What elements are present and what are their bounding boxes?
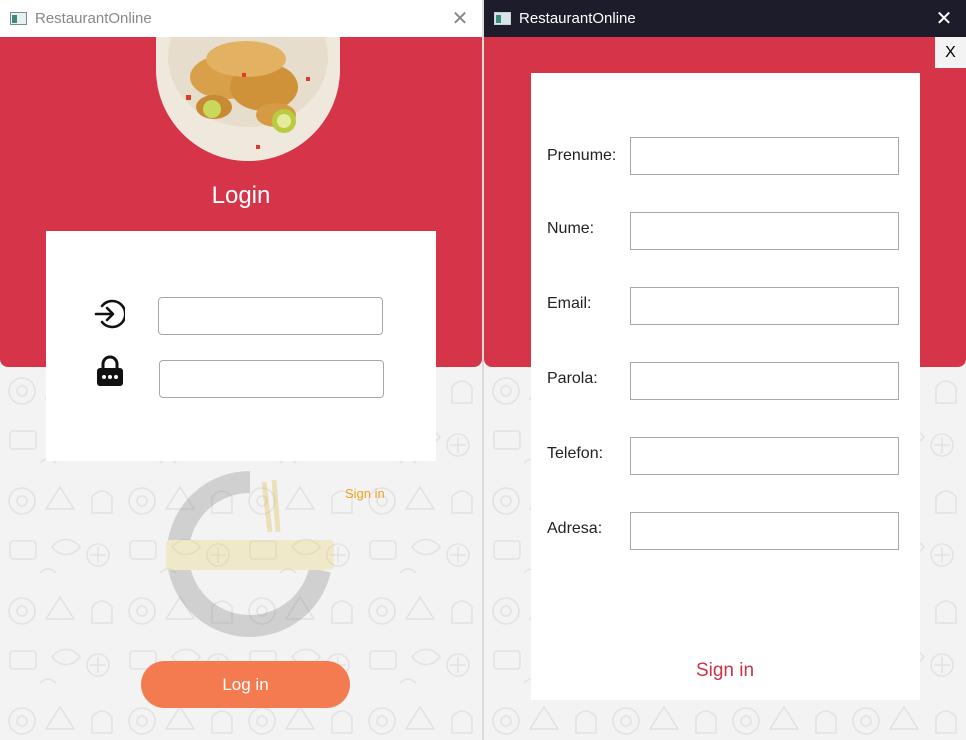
adresa-input[interactable]	[630, 512, 899, 550]
telefon-label: Telefon:	[547, 445, 604, 462]
adresa-label: Adresa:	[547, 520, 603, 537]
email-label: Email:	[547, 295, 592, 312]
login-titlebar: RestaurantOnline ✕	[0, 0, 482, 37]
app-window-icon	[494, 12, 511, 25]
parola-input[interactable]	[630, 362, 899, 400]
window-title: RestaurantOnline	[519, 10, 636, 27]
register-window: RestaurantOnline ✕ X Prenume: Nume: Emai…	[484, 0, 966, 740]
nume-input[interactable]	[630, 212, 899, 250]
window-title: RestaurantOnline	[35, 10, 152, 27]
password-input[interactable]	[159, 360, 384, 398]
signin-link[interactable]: Sign in	[484, 660, 966, 682]
login-arrow-icon	[94, 299, 125, 329]
register-titlebar: RestaurantOnline ✕	[484, 0, 966, 37]
email-input[interactable]	[630, 287, 899, 325]
parola-label: Parola:	[547, 370, 598, 387]
login-heading: Login	[211, 182, 271, 209]
signin-link[interactable]: Sign in	[345, 486, 385, 501]
login-window: RestaurantOnline ✕ Login Sign in Log in	[0, 0, 482, 740]
window-close-button[interactable]: ✕	[932, 6, 956, 30]
close-form-button[interactable]: X	[935, 37, 966, 68]
login-button[interactable]: Log in	[141, 661, 350, 708]
login-card	[46, 231, 436, 461]
prenume-label: Prenume:	[547, 147, 617, 164]
app-window-icon	[10, 12, 27, 25]
nume-label: Nume:	[547, 220, 595, 237]
window-close-button[interactable]: ✕	[448, 6, 472, 30]
foodcircle-logo	[166, 470, 334, 637]
username-input[interactable]	[158, 297, 383, 335]
telefon-input[interactable]	[630, 437, 899, 475]
padlock-icon	[97, 355, 123, 386]
prenume-input[interactable]	[630, 137, 899, 175]
